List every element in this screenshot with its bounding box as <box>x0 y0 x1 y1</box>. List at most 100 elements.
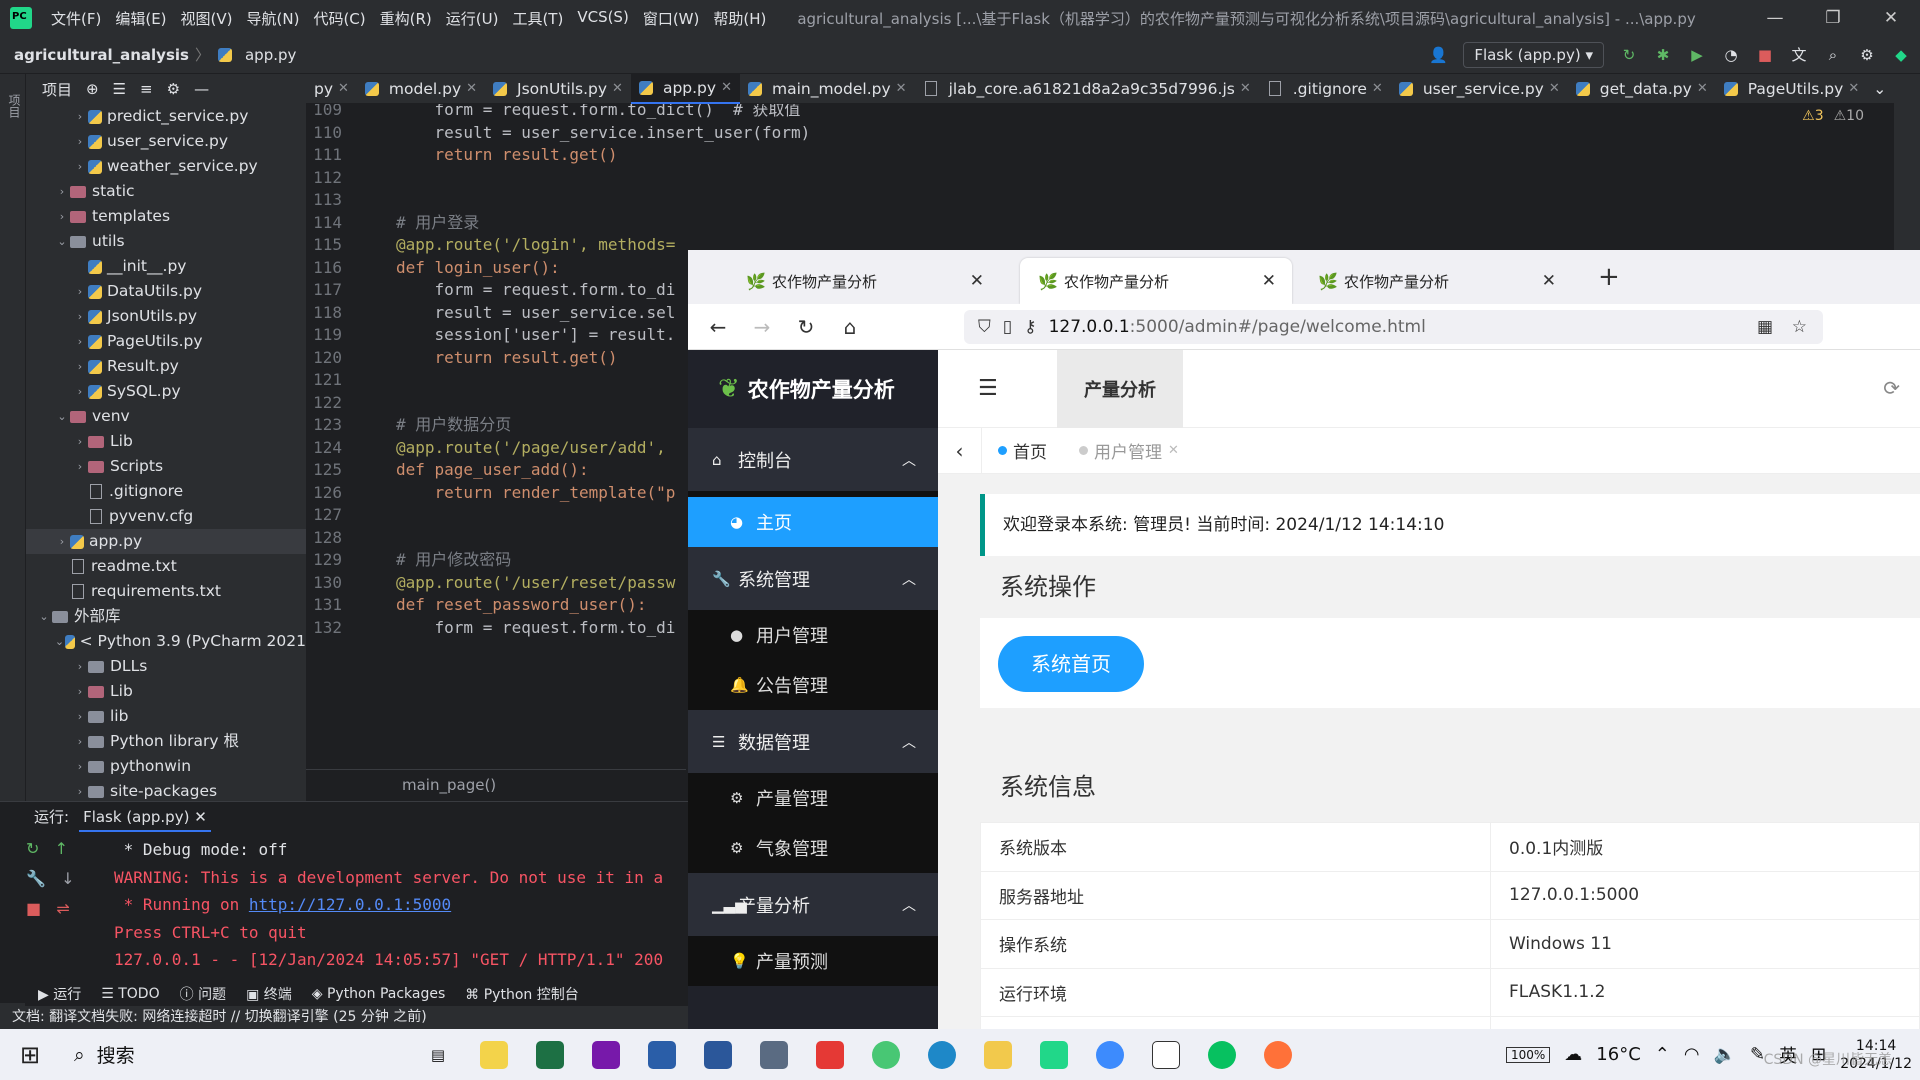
menu-item[interactable]: 运行(U) <box>439 8 506 29</box>
menu-item[interactable]: 文件(F) <box>44 8 108 29</box>
browser-tab-active[interactable]: 🌿 农作物产量分析 ✕ <box>1020 258 1292 304</box>
chevron-icon[interactable]: › <box>72 454 88 479</box>
chevron-icon[interactable]: ⌄ <box>54 629 65 654</box>
weather-icon[interactable]: ☁ <box>1564 1044 1582 1065</box>
close-tab-icon[interactable]: ✕ <box>1262 271 1276 291</box>
close-tab-icon[interactable]: ✕ <box>1542 271 1556 291</box>
sticky-notes-icon[interactable] <box>466 1035 522 1075</box>
chevron-icon[interactable]: › <box>72 279 88 304</box>
nav-group[interactable]: ⌂ 控制台 ︿ <box>688 428 938 491</box>
tree-item[interactable]: › Scripts <box>26 454 306 479</box>
nav-item[interactable]: ⚙ 产量管理 <box>688 773 938 823</box>
tree-item[interactable]: pyvenv.cfg <box>26 504 306 529</box>
chevron-icon[interactable]: › <box>72 704 88 729</box>
collapse-all-icon[interactable]: ≡ <box>140 80 153 98</box>
new-tab-icon[interactable]: + <box>1598 262 1620 292</box>
qr-code-icon[interactable]: ▦ <box>1757 317 1773 337</box>
chevron-icon[interactable]: › <box>72 104 88 129</box>
editor-tab[interactable]: .gitignore ✕ <box>1259 74 1391 104</box>
tool-tab[interactable]: ◈ Python Packages <box>312 986 446 1002</box>
expand-all-icon[interactable]: ☰ <box>113 80 126 98</box>
project-tool-button[interactable]: 项目 <box>6 94 23 118</box>
task-view-icon[interactable]: ▤ <box>410 1035 466 1075</box>
debug-icon[interactable]: ✱ <box>1654 46 1672 64</box>
plugin-icon[interactable]: ◆ <box>1892 46 1910 64</box>
forward-icon[interactable]: → <box>740 315 784 339</box>
tree-item[interactable]: › user_service.py <box>26 129 306 154</box>
tool-tab[interactable]: ⌘ Python 控制台 <box>465 984 578 1004</box>
coverage-icon[interactable]: ▶ <box>1688 46 1706 64</box>
rerun-icon[interactable]: ↻ <box>1620 46 1638 64</box>
taskbar-search[interactable]: ⌕ 搜索 <box>60 1035 410 1075</box>
tabs-left-icon[interactable]: ‹ <box>938 427 982 474</box>
network-icon[interactable]: ◠ <box>1684 1044 1700 1065</box>
reload-icon[interactable]: ↻ <box>784 315 828 339</box>
editor-tab[interactable]: get_data.py ✕ <box>1568 74 1716 104</box>
chevron-icon[interactable]: › <box>72 729 88 754</box>
editor-tab[interactable]: main_model.py ✕ <box>740 74 915 104</box>
nav-group[interactable]: 🔧 系统管理 ︿ <box>688 547 938 610</box>
tree-item[interactable]: › app.py <box>26 529 306 554</box>
menu-item[interactable]: VCS(S) <box>570 8 635 29</box>
console-link[interactable]: http://127.0.0.1:5000 <box>249 895 451 914</box>
run-config-select[interactable]: Flask (app.py) ▾ <box>1463 41 1604 68</box>
browser-tab[interactable]: 🌿 农作物产量分析 ✕ <box>1300 258 1572 304</box>
close-tab-icon[interactable]: ✕ <box>1697 81 1708 96</box>
close-tab-icon[interactable]: ✕ <box>466 81 477 96</box>
nav-group[interactable]: ▁▃▅ 产量分析 ︿ <box>688 873 938 936</box>
tree-item[interactable]: .gitignore <box>26 479 306 504</box>
tool-tab[interactable]: ▶ 运行 <box>38 984 81 1004</box>
pycharm-icon[interactable] <box>1026 1035 1082 1075</box>
editor-tab[interactable]: app.py ✕ <box>630 73 740 104</box>
close-tab-icon[interactable]: ✕ <box>1240 81 1251 96</box>
translate-icon[interactable]: 文 <box>1790 46 1808 64</box>
hide-icon[interactable]: — <box>194 80 209 98</box>
menu-item[interactable]: 代码(C) <box>306 8 372 29</box>
close-tab-icon[interactable]: ✕ <box>896 81 907 96</box>
tree-item[interactable]: ⌄ < Python 3.9 (PyCharm 2021 <box>26 629 306 654</box>
project-breadcrumb[interactable]: agricultural_analysis <box>14 46 189 64</box>
menu-item[interactable]: 编辑(E) <box>108 8 173 29</box>
wps-icon[interactable] <box>802 1035 858 1075</box>
tree-item[interactable]: ⌄ 外部库 <box>26 604 306 629</box>
page-tab-user[interactable]: 用户管理 ✕ <box>1063 438 1195 463</box>
shield-icon[interactable]: ⛉ <box>978 317 991 337</box>
tree-item[interactable]: › DataUtils.py <box>26 279 306 304</box>
stop-icon[interactable]: ■ ⇌ <box>26 894 86 924</box>
baidu-netdisk-icon[interactable] <box>1082 1035 1138 1075</box>
chevron-icon[interactable]: › <box>72 304 88 329</box>
menu-item[interactable]: 帮助(H) <box>706 8 773 29</box>
tab-overflow-icon[interactable]: ⌄ <box>1873 80 1886 98</box>
restore-icon[interactable]: ❐ <box>1804 0 1862 36</box>
function-breadcrumb[interactable]: main_page() <box>306 769 686 799</box>
menu-toggle-icon[interactable]: ☰ <box>978 376 998 401</box>
refresh-icon[interactable]: ⟳ <box>1883 376 1900 400</box>
editor-tab[interactable]: jlab_core.a61821d8a2a9c35d7996.js ✕ <box>915 74 1259 104</box>
word-icon[interactable] <box>690 1035 746 1075</box>
search-icon[interactable]: ⌕ <box>1824 46 1842 64</box>
chevron-icon[interactable]: › <box>54 204 70 229</box>
editor-tab[interactable]: JsonUtils.py ✕ <box>485 74 631 104</box>
weak-warning-count[interactable]: ⚠10 <box>1834 108 1864 124</box>
tree-item[interactable]: › DLLs <box>26 654 306 679</box>
chevron-icon[interactable]: › <box>54 179 70 204</box>
tree-item[interactable]: › templates <box>26 204 306 229</box>
chevron-icon[interactable]: ⌄ <box>54 404 70 429</box>
file-explorer-icon[interactable] <box>970 1035 1026 1075</box>
chevron-icon[interactable]: › <box>54 529 70 554</box>
menu-item[interactable]: 重构(R) <box>373 8 439 29</box>
nav-item[interactable]: ● 用户管理 <box>688 610 938 660</box>
close-icon[interactable]: ✕ <box>1862 0 1920 36</box>
bookmark-star-icon[interactable]: ☆ <box>1792 317 1807 337</box>
close-tab-icon[interactable]: ✕ <box>612 81 623 96</box>
tree-item[interactable]: ⌄ venv <box>26 404 306 429</box>
editor-tab[interactable]: PageUtils.py ✕ <box>1716 74 1867 104</box>
editor-tab[interactable]: model.py ✕ <box>357 74 485 104</box>
chevron-icon[interactable]: ⌄ <box>36 604 52 629</box>
key-icon[interactable]: ⚷ <box>1024 317 1036 337</box>
tool-tab[interactable]: ☰ TODO <box>101 986 159 1002</box>
chevron-icon[interactable]: › <box>72 154 88 179</box>
system-home-button[interactable]: 系统首页 <box>998 636 1144 692</box>
file-breadcrumb[interactable]: app.py <box>245 46 296 64</box>
windows-start-icon[interactable]: ⊞ <box>0 1041 60 1069</box>
